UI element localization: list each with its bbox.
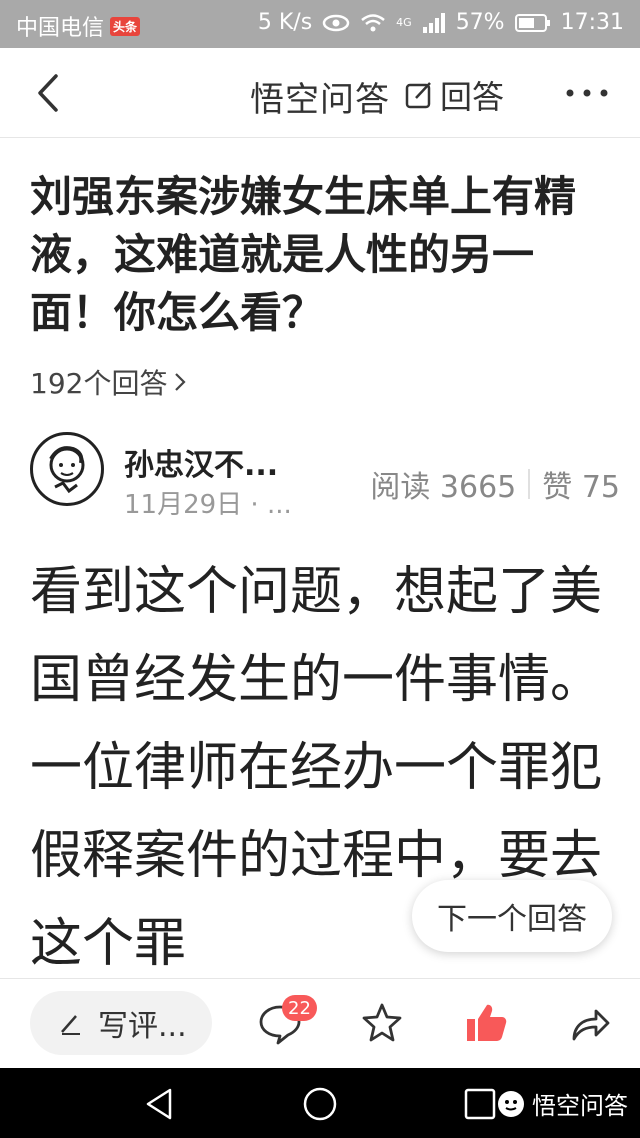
wukong-logo: 悟空问答 [250, 80, 390, 120]
comment-count-badge: 22 [282, 995, 317, 1021]
next-answer-button[interactable]: 下一个回答 [412, 880, 612, 952]
nav-home-icon[interactable] [300, 1084, 340, 1124]
write-answer-label: 回答 [440, 78, 505, 116]
avatar-face-icon [49, 446, 85, 494]
thumbs-up-icon[interactable] [462, 999, 510, 1047]
back-arrow-icon[interactable] [30, 72, 70, 114]
nav-back-icon[interactable] [140, 1084, 180, 1124]
post-date: 11月29日 · ... [124, 490, 292, 520]
network-speed: 5 K/s [257, 10, 313, 35]
battery-icon [514, 13, 550, 32]
comment-input[interactable]: 写评... [30, 991, 212, 1055]
read-count: 阅读 3665 [370, 470, 517, 505]
watermark: 悟空问答 [496, 1086, 628, 1121]
status-bar: 中国电信 头条 5 K/s 4G 57% 17:31 [0, 0, 640, 48]
action-bar: 写评... 22 [0, 978, 640, 1068]
question-title[interactable]: 刘强东案涉嫌女生床单上有精液，这难道就是人性的另一面！你怎么看？ [30, 168, 610, 342]
like-count: 赞 75 [542, 470, 620, 505]
answer-count-label: 192个回答 [30, 367, 168, 400]
share-icon[interactable] [566, 999, 614, 1047]
battery-percent: 57% [455, 10, 505, 35]
app-header: 悟空问答 回答 [0, 48, 640, 138]
system-nav-bar: 悟空问答 [0, 1068, 640, 1138]
clock: 17:31 [560, 10, 624, 35]
network-type: 4G [396, 16, 412, 29]
carrier-name: 中国电信 [16, 16, 105, 41]
watermark-text: 悟空问答 [532, 1092, 628, 1120]
write-answer-button[interactable]: 回答 [404, 72, 504, 118]
star-icon[interactable] [358, 999, 406, 1047]
answer-count-link[interactable]: 192个回答 [30, 362, 187, 402]
answer-stats: 阅读 3665 赞 75 [370, 462, 620, 506]
stats-divider [528, 469, 531, 499]
wukong-watermark-icon [498, 1090, 524, 1117]
pen-icon [61, 1015, 80, 1035]
wifi-icon [361, 13, 385, 31]
author-row: 孙忠汉不... 11月29日 · ... 阅读 3665 赞 75 [30, 432, 620, 522]
author-name[interactable]: 孙忠汉不... [124, 440, 278, 484]
comment-placeholder: 写评... [98, 1009, 187, 1044]
more-icon[interactable] [562, 78, 612, 108]
eye-icon [322, 14, 350, 31]
edit-icon [405, 82, 431, 109]
toutiao-badge: 头条 [110, 16, 141, 36]
avatar[interactable] [30, 432, 104, 506]
chevron-right-icon [175, 373, 187, 391]
signal-icon [422, 12, 445, 33]
nav-recents-icon[interactable] [460, 1084, 500, 1124]
